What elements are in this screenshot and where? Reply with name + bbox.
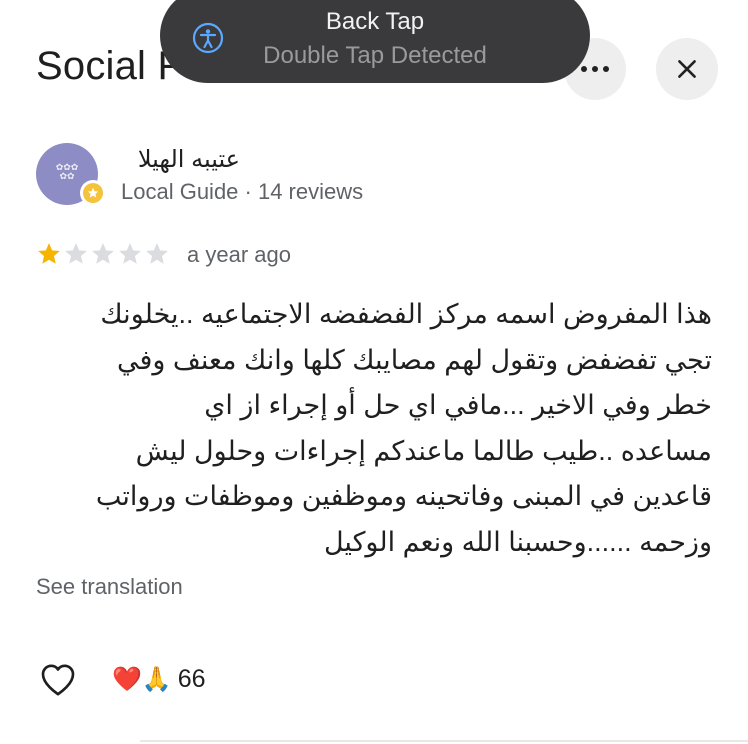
reactions-summary[interactable]: ❤️🙏 66	[112, 665, 206, 694]
star-filled-icon	[38, 243, 60, 264]
star-rating	[36, 241, 170, 267]
review-text: هذا المفروض اسمه مركز الفضفضه الاجتماعيه…	[95, 299, 712, 557]
star-empty-icon	[65, 243, 87, 264]
reaction-count: 66	[177, 665, 206, 693]
close-button[interactable]	[656, 38, 718, 100]
like-heart-icon[interactable]	[38, 660, 78, 700]
reviewer-meta: Local Guide · 14 reviews	[121, 179, 364, 204]
avatar-image: ✿✿✿ ✿✿	[55, 162, 79, 181]
back-tap-toast: Back Tap Double Tap Detected	[160, 0, 590, 83]
reviewer-name[interactable]: عتيبه الهيلا	[120, 145, 240, 174]
star-empty-icon	[119, 243, 141, 264]
divider	[140, 740, 748, 742]
reaction-emojis: ❤️🙏	[112, 666, 172, 693]
toast-title: Back Tap	[325, 8, 425, 35]
close-icon	[678, 60, 696, 78]
see-translation-link[interactable]: See translation	[36, 574, 183, 600]
star-empty-icon	[92, 243, 114, 264]
star-badge-icon	[87, 187, 99, 198]
local-guide-badge	[80, 180, 106, 206]
review-time: a year ago	[187, 242, 291, 267]
toast-subtitle: Double Tap Detected	[263, 42, 487, 69]
star-empty-icon	[146, 243, 168, 264]
